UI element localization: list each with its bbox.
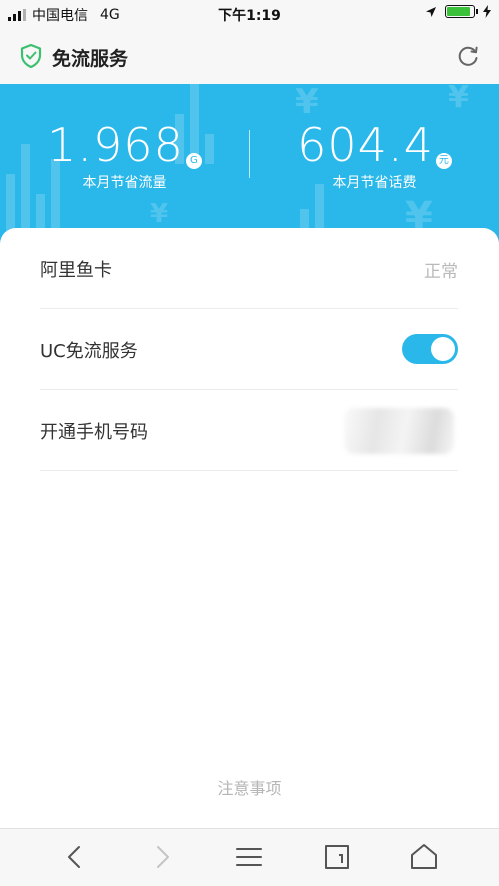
battery-icon: [445, 5, 478, 18]
forward-icon[interactable]: [145, 841, 179, 873]
back-icon[interactable]: [58, 841, 92, 873]
data-saved-label: 本月节省流量: [82, 175, 167, 191]
home-icon[interactable]: [407, 841, 441, 873]
notice-link[interactable]: 注意事项: [0, 775, 499, 799]
settings-card: 阿里鱼卡 正常 UC免流服务 开通手机号码: [0, 228, 499, 828]
status-right: [425, 5, 491, 18]
card-status-value: 正常: [424, 262, 458, 282]
refresh-icon[interactable]: [455, 43, 481, 69]
charging-icon: [483, 5, 491, 18]
row-phone-number[interactable]: 开通手机号码: [40, 390, 458, 471]
fee-saved-unit: 元: [435, 152, 452, 169]
uc-free-service-toggle[interactable]: [402, 334, 458, 364]
location-arrow-icon: [426, 6, 436, 17]
row-label: 阿里鱼卡: [40, 260, 112, 281]
status-bar: 中国电信 4G 下午1:19: [0, 0, 499, 28]
row-uc-free-service: UC免流服务: [40, 309, 458, 390]
bottom-nav: [0, 828, 499, 886]
row-label: 开通手机号码: [40, 422, 148, 443]
tabs-icon[interactable]: [320, 841, 354, 873]
row-alifish-card[interactable]: 阿里鱼卡 正常: [40, 228, 458, 309]
page-title: 免流服务: [52, 48, 129, 70]
fee-saved-label: 本月节省话费: [332, 175, 417, 191]
decor-yen-4: ¥: [150, 199, 169, 229]
data-saved-value: 1.968: [47, 118, 184, 172]
shield-icon: [20, 44, 42, 68]
masked-phone-number: [344, 408, 454, 454]
data-saved-unit: G: [185, 152, 202, 169]
decor-yen-2: ¥: [448, 84, 469, 115]
row-label: UC免流服务: [40, 341, 138, 362]
data-saved-stat: 1.968 G 本月节省流量: [0, 120, 249, 192]
menu-icon[interactable]: [232, 841, 266, 873]
title-bar: 免流服务: [0, 28, 499, 84]
fee-saved-stat: 604.4 元 本月节省话费: [250, 120, 499, 192]
fee-saved-value: 604.4: [297, 118, 434, 172]
toggle-knob: [431, 337, 455, 361]
decor-yen-1: ¥: [295, 84, 319, 122]
